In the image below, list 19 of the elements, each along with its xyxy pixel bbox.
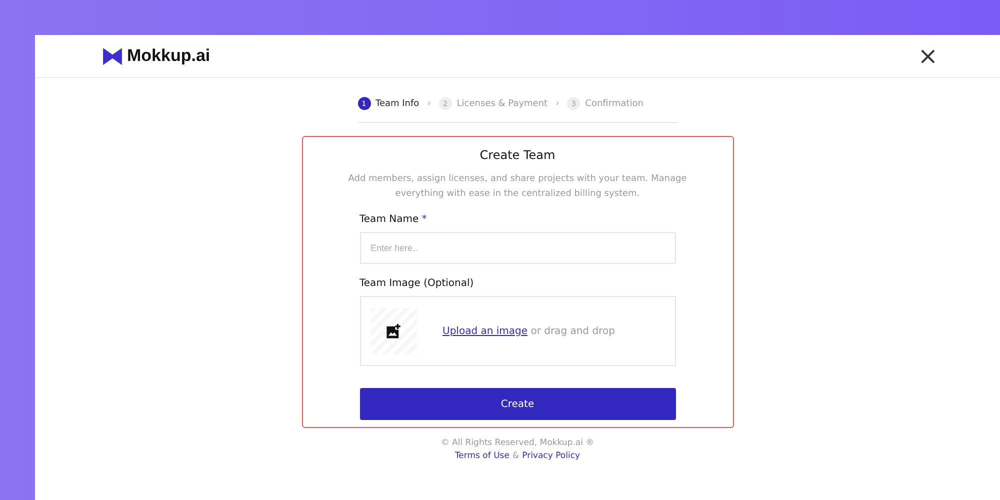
brand-name: Mokkup.ai xyxy=(127,46,210,66)
upload-area[interactable]: Upload an image or drag and drop xyxy=(360,296,676,366)
upload-text: Upload an image or drag and drop xyxy=(442,326,615,336)
add-image-icon xyxy=(385,322,402,340)
field-label: Team Name * xyxy=(360,214,428,225)
chevron-icon: › xyxy=(427,98,431,108)
description: Add members, assign licenses, and share projects with your team. Manage everything with ease in the centralized billing system. xyxy=(348,173,688,201)
privacy-link[interactable]: Privacy Policy xyxy=(522,450,580,463)
upload-link[interactable]: Upload an image xyxy=(442,326,528,336)
terms-link[interactable]: Terms of Use xyxy=(454,450,510,463)
input-field[interactable]: Enter here.. xyxy=(360,232,676,264)
ampersand: & xyxy=(512,450,520,463)
field-label: Team Image (Optional) xyxy=(360,278,475,289)
chevron-icon: › xyxy=(556,98,560,108)
logo-icon xyxy=(103,48,122,64)
copyright-text: © All Rights Reserved, Mokkup.ai ® xyxy=(440,437,594,450)
card-title: Create Team xyxy=(480,148,556,162)
close-button[interactable]: × xyxy=(918,44,938,68)
create-button[interactable]: Create xyxy=(360,388,676,420)
